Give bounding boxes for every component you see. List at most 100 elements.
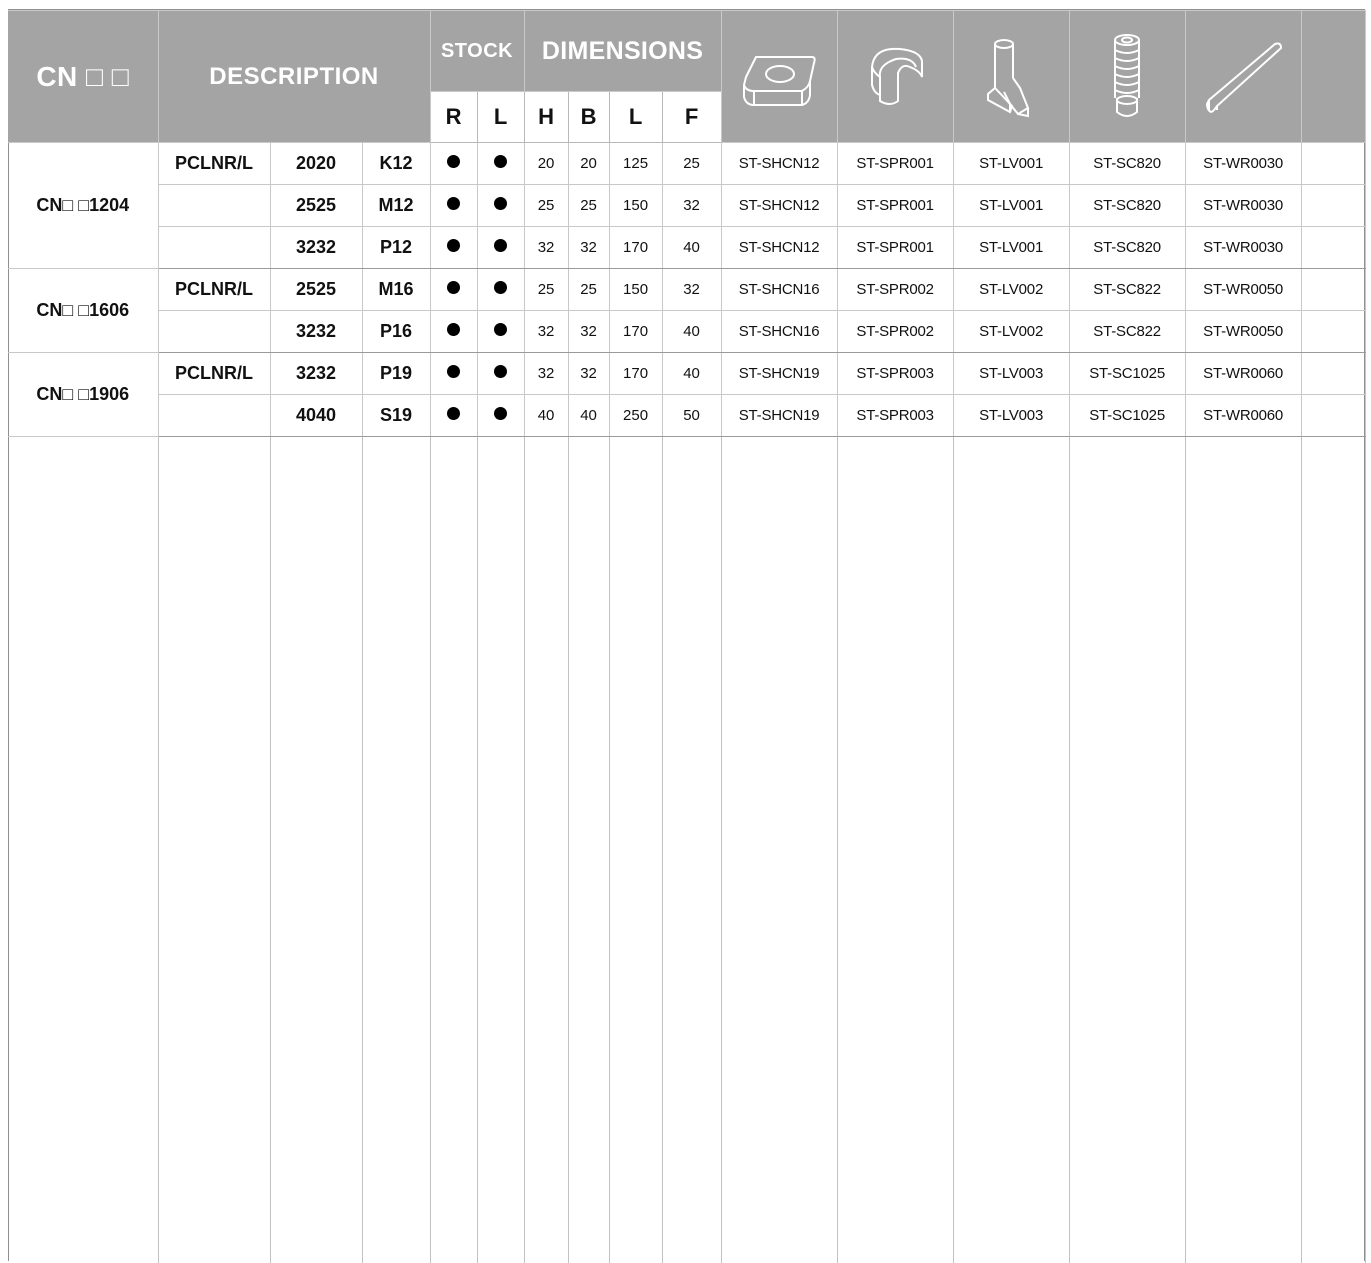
part-lever: ST-LV003 [953, 353, 1069, 395]
stock-r [430, 311, 477, 353]
stock-r [430, 353, 477, 395]
part-spring: ST-SPR003 [837, 395, 953, 437]
table-row: CN□ □1606 PCLNR/L 2525 M16 25 25 150 32 … [8, 269, 1365, 311]
table-row: CN□ □1204 PCLNR/L 2020 K12 20 20 125 25 … [8, 143, 1365, 185]
dim-f: 32 [662, 185, 721, 227]
part-wrench: ST-WR0030 [1185, 185, 1301, 227]
part-shim: ST-SHCN12 [721, 143, 837, 185]
holder-type [158, 227, 270, 269]
part-wrench: ST-WR0050 [1185, 311, 1301, 353]
holder-code: K12 [362, 143, 430, 185]
dim-b: 25 [568, 185, 609, 227]
part-screw: ST-SC1025 [1069, 395, 1185, 437]
empty-cell [1301, 311, 1365, 353]
dim-l: 125 [609, 143, 662, 185]
empty-cell [158, 437, 270, 1263]
dim-f: 25 [662, 143, 721, 185]
stock-l [477, 185, 524, 227]
part-spring: ST-SPR002 [837, 311, 953, 353]
part-wrench: ST-WR0060 [1185, 353, 1301, 395]
holder-code: S19 [362, 395, 430, 437]
part-lever: ST-LV001 [953, 143, 1069, 185]
part-lever: ST-LV002 [953, 311, 1069, 353]
stock-l [477, 311, 524, 353]
empty-cell [721, 437, 837, 1263]
dim-b: 20 [568, 143, 609, 185]
dim-b: 32 [568, 227, 609, 269]
stock-dot [494, 197, 507, 210]
stock-r [430, 395, 477, 437]
part-shim: ST-SHCN16 [721, 269, 837, 311]
part-lever: ST-LV003 [953, 395, 1069, 437]
dim-b: 32 [568, 311, 609, 353]
part-screw: ST-SC822 [1069, 269, 1185, 311]
empty-cell [524, 437, 568, 1263]
dim-h: 25 [524, 269, 568, 311]
holder-code: P12 [362, 227, 430, 269]
dim-f: 40 [662, 227, 721, 269]
holder-spec-table: CN □ □ DESCRIPTION STOCK DIMENSIONS [8, 10, 1366, 1263]
stock-dot [447, 365, 460, 378]
dim-h: 32 [524, 311, 568, 353]
part-lever: ST-LV001 [953, 227, 1069, 269]
dim-f: 50 [662, 395, 721, 437]
dim-b: 32 [568, 353, 609, 395]
dim-b: 25 [568, 269, 609, 311]
part-wrench: ST-WR0060 [1185, 395, 1301, 437]
holder-size: 2525 [270, 269, 362, 311]
part-shim: ST-SHCN16 [721, 311, 837, 353]
description-header: DESCRIPTION [158, 11, 430, 143]
empty-cell [1301, 395, 1365, 437]
empty-cell [270, 437, 362, 1263]
dim-f-header: F [662, 92, 721, 143]
holder-size: 2525 [270, 185, 362, 227]
dim-l: 250 [609, 395, 662, 437]
holder-size: 4040 [270, 395, 362, 437]
empty-cell [1301, 353, 1365, 395]
stock-l [477, 143, 524, 185]
holder-code: P19 [362, 353, 430, 395]
dim-f: 40 [662, 353, 721, 395]
holder-type: PCLNR/L [158, 269, 270, 311]
header-spacer [1301, 11, 1365, 143]
dim-b-header: B [568, 92, 609, 143]
dim-h: 25 [524, 185, 568, 227]
holder-type [158, 185, 270, 227]
part-spring: ST-SPR001 [837, 227, 953, 269]
empty-cell [1301, 269, 1365, 311]
series-title: CN □ □ [8, 11, 158, 143]
part-screw: ST-SC820 [1069, 143, 1185, 185]
dim-l: 170 [609, 311, 662, 353]
stock-r [430, 269, 477, 311]
part-lever: ST-LV002 [953, 269, 1069, 311]
part-wrench: ST-WR0030 [1185, 227, 1301, 269]
stock-dot [447, 239, 460, 252]
stock-l [477, 227, 524, 269]
part-spring: ST-SPR003 [837, 353, 953, 395]
stock-l-header: L [477, 92, 524, 143]
stock-header: STOCK [430, 11, 524, 92]
lever-icon [953, 11, 1069, 143]
empty-cell [609, 437, 662, 1263]
dim-l: 170 [609, 227, 662, 269]
table-row: 3232 P16 32 32 170 40 ST-SHCN16 ST-SPR00… [8, 311, 1365, 353]
group-name: CN□ □1906 [8, 353, 158, 437]
stock-l [477, 353, 524, 395]
group-name: CN□ □1204 [8, 143, 158, 269]
dim-f: 40 [662, 311, 721, 353]
group-name: CN□ □1606 [8, 269, 158, 353]
dim-h-header: H [524, 92, 568, 143]
part-shim: ST-SHCN19 [721, 353, 837, 395]
empty-cell [1301, 185, 1365, 227]
stock-l [477, 395, 524, 437]
dim-h: 20 [524, 143, 568, 185]
part-shim: ST-SHCN12 [721, 185, 837, 227]
stock-dot [447, 155, 460, 168]
holder-type [158, 395, 270, 437]
part-spring: ST-SPR001 [837, 185, 953, 227]
dim-h: 32 [524, 353, 568, 395]
stock-r [430, 143, 477, 185]
part-shim: ST-SHCN12 [721, 227, 837, 269]
empty-cell [1301, 143, 1365, 185]
holder-type [158, 311, 270, 353]
